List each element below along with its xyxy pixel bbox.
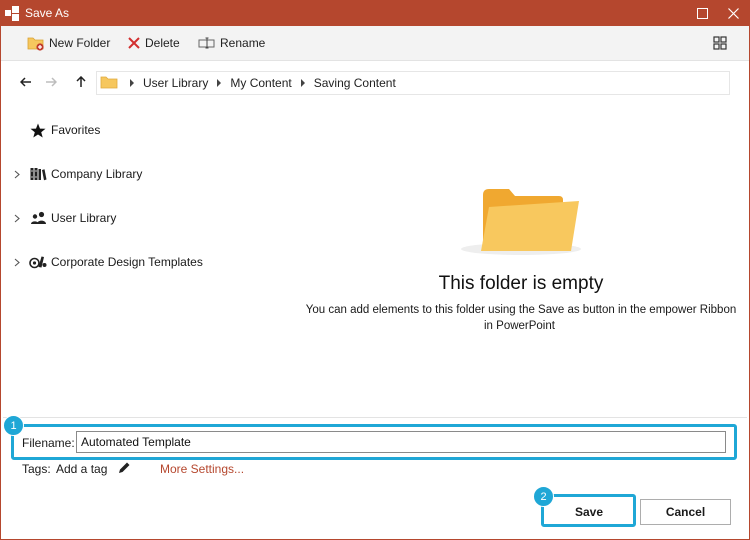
- delete-button[interactable]: Delete: [127, 34, 180, 52]
- new-folder-button[interactable]: New Folder: [27, 34, 110, 52]
- breadcrumb-item[interactable]: My Content: [230, 76, 291, 90]
- rename-icon: [198, 36, 216, 50]
- add-tag-link[interactable]: Add a tag: [56, 461, 131, 477]
- chevron-right-icon[interactable]: [11, 170, 23, 179]
- new-folder-icon: [27, 35, 45, 51]
- toolbar: New Folder Delete Rename: [1, 26, 749, 61]
- breadcrumb-item[interactable]: Saving Content: [314, 76, 396, 90]
- users-icon: [29, 210, 47, 226]
- back-arrow-icon[interactable]: [18, 74, 34, 90]
- title-bar: Save As: [1, 1, 749, 26]
- breadcrumb-separator-icon: [217, 79, 222, 87]
- save-button[interactable]: Save: [547, 499, 631, 525]
- tags-row: Tags:: [22, 461, 51, 477]
- chevron-right-icon[interactable]: [11, 214, 23, 223]
- forward-arrow-icon[interactable]: [43, 74, 59, 90]
- empty-folder-icon: [459, 181, 583, 262]
- books-icon: [29, 166, 47, 182]
- maximize-button[interactable]: [687, 1, 717, 26]
- cancel-button[interactable]: Cancel: [640, 499, 731, 525]
- divider: [3, 417, 747, 418]
- rename-label: Rename: [220, 36, 266, 50]
- filename-label: Filename:: [22, 436, 75, 450]
- empty-folder-description: You can add elements to this folder usin…: [291, 302, 750, 334]
- tags-label: Tags:: [22, 462, 51, 476]
- tree-item-label: Corporate Design Templates: [51, 255, 203, 269]
- tree-item-corporate-design-templates[interactable]: Corporate Design Templates: [11, 252, 203, 272]
- step-badge-1: 1: [3, 415, 24, 436]
- delete-label: Delete: [145, 36, 180, 50]
- close-button[interactable]: [718, 1, 748, 26]
- navigation-bar: User Library My Content Saving Content: [1, 61, 749, 103]
- tree-item-favorites[interactable]: Favorites: [11, 120, 100, 140]
- tree-item-company-library[interactable]: Company Library: [11, 164, 142, 184]
- tree-item-user-library[interactable]: User Library: [11, 208, 116, 228]
- tree-item-label: Favorites: [51, 123, 101, 137]
- empty-folder-description-line: in PowerPoint: [484, 320, 555, 332]
- breadcrumb-separator-icon: [130, 79, 134, 87]
- breadcrumb[interactable]: User Library My Content Saving Content: [96, 71, 730, 95]
- window-title: Save As: [25, 6, 70, 20]
- new-folder-label: New Folder: [49, 36, 111, 50]
- breadcrumb-separator-icon: [300, 79, 305, 87]
- folder-icon: [100, 75, 118, 92]
- rename-button[interactable]: Rename: [198, 34, 265, 52]
- filename-input[interactable]: [76, 431, 726, 453]
- more-settings-link[interactable]: More Settings...: [160, 461, 244, 477]
- star-icon: [29, 122, 47, 138]
- add-tag-label: Add a tag: [56, 462, 108, 476]
- save-as-dialog: Save As New Folder Delete Rename User Li…: [0, 0, 750, 540]
- grid-view-icon: [713, 36, 727, 50]
- empty-folder-description-line: You can add elements to this folder usin…: [305, 304, 737, 316]
- delete-x-icon: [127, 36, 141, 50]
- app-logo-icon: [5, 6, 20, 21]
- up-arrow-icon[interactable]: [73, 74, 89, 90]
- chevron-right-icon[interactable]: [11, 258, 23, 267]
- grid-view-button[interactable]: [713, 34, 727, 52]
- tree-item-label: User Library: [51, 211, 117, 225]
- tree-item-label: Company Library: [51, 167, 143, 181]
- design-templates-icon: [29, 254, 47, 270]
- breadcrumb-item[interactable]: User Library: [143, 76, 208, 90]
- pencil-icon[interactable]: [117, 461, 131, 478]
- empty-folder-title: This folder is empty: [438, 273, 604, 294]
